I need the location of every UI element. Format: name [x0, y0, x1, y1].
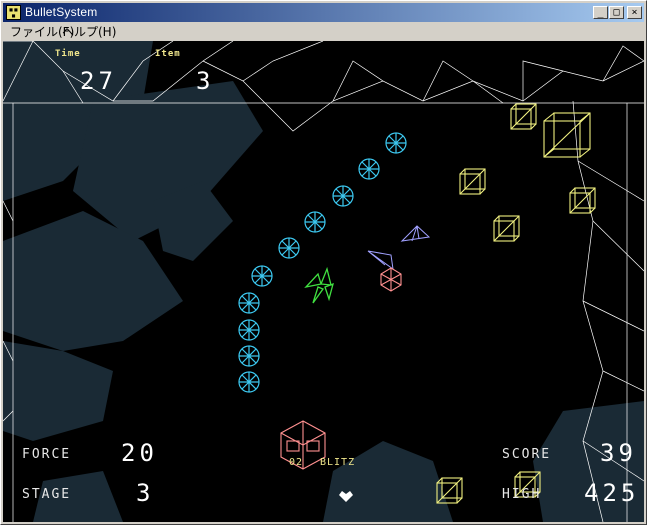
high-label: HIGH	[502, 487, 542, 502]
game-viewport[interactable]: Time 27 Item 3 FORCE 20 STAGE 3 02 BLITZ…	[3, 41, 644, 522]
stage-value: 3	[136, 479, 155, 507]
item-label: Item	[155, 49, 181, 59]
bullet	[238, 292, 260, 314]
player-ship	[304, 266, 334, 304]
crate	[459, 168, 486, 195]
bullet	[385, 132, 407, 154]
close-icon: ×	[631, 7, 638, 18]
score-label: SCORE	[502, 447, 552, 462]
menu-bar: ファイル(F) ヘルプ(H)	[3, 22, 644, 40]
crate	[569, 187, 596, 214]
app-icon[interactable]: ▪▪ ▪	[6, 5, 21, 20]
score-value: 39	[600, 439, 637, 467]
bullet	[332, 185, 354, 207]
menu-help[interactable]: ヘルプ(H)	[62, 23, 116, 40]
crate	[510, 103, 537, 130]
weapon-name: BLITZ	[320, 457, 356, 468]
app-window: ▪▪ ▪ BulletSystem _ □ × ファイル(F) ヘルプ(H) T…	[0, 0, 647, 525]
bullet	[304, 211, 326, 233]
time-value: 27	[80, 67, 117, 95]
force-value: 20	[121, 439, 158, 467]
title-bar[interactable]: ▪▪ ▪ BulletSystem _ □ ×	[3, 3, 644, 22]
bullet	[238, 345, 260, 367]
force-label: FORCE	[22, 447, 72, 462]
crate	[543, 112, 591, 158]
maximize-button[interactable]: □	[609, 6, 624, 19]
crate	[493, 215, 520, 242]
close-button[interactable]: ×	[627, 6, 642, 19]
item-value: 3	[196, 67, 215, 95]
diamond-enemies	[367, 225, 431, 271]
bullet	[278, 237, 300, 259]
minimize-button[interactable]: _	[593, 6, 608, 19]
bullet	[238, 371, 260, 393]
time-label: Time	[55, 49, 81, 59]
diamond-enemy	[367, 250, 394, 271]
weapon-level: 02	[289, 457, 304, 468]
bullet	[251, 265, 273, 287]
bullet	[238, 319, 260, 341]
bullet	[358, 158, 380, 180]
window-title: BulletSystem	[25, 5, 98, 19]
minimize-icon: _	[597, 7, 604, 18]
maximize-icon: □	[613, 7, 620, 18]
high-value: 425	[584, 479, 640, 507]
hex-enemy	[380, 267, 402, 292]
enemy-bullets	[238, 132, 407, 393]
stage-label: STAGE	[22, 487, 72, 502]
diamond-enemy	[400, 225, 431, 242]
